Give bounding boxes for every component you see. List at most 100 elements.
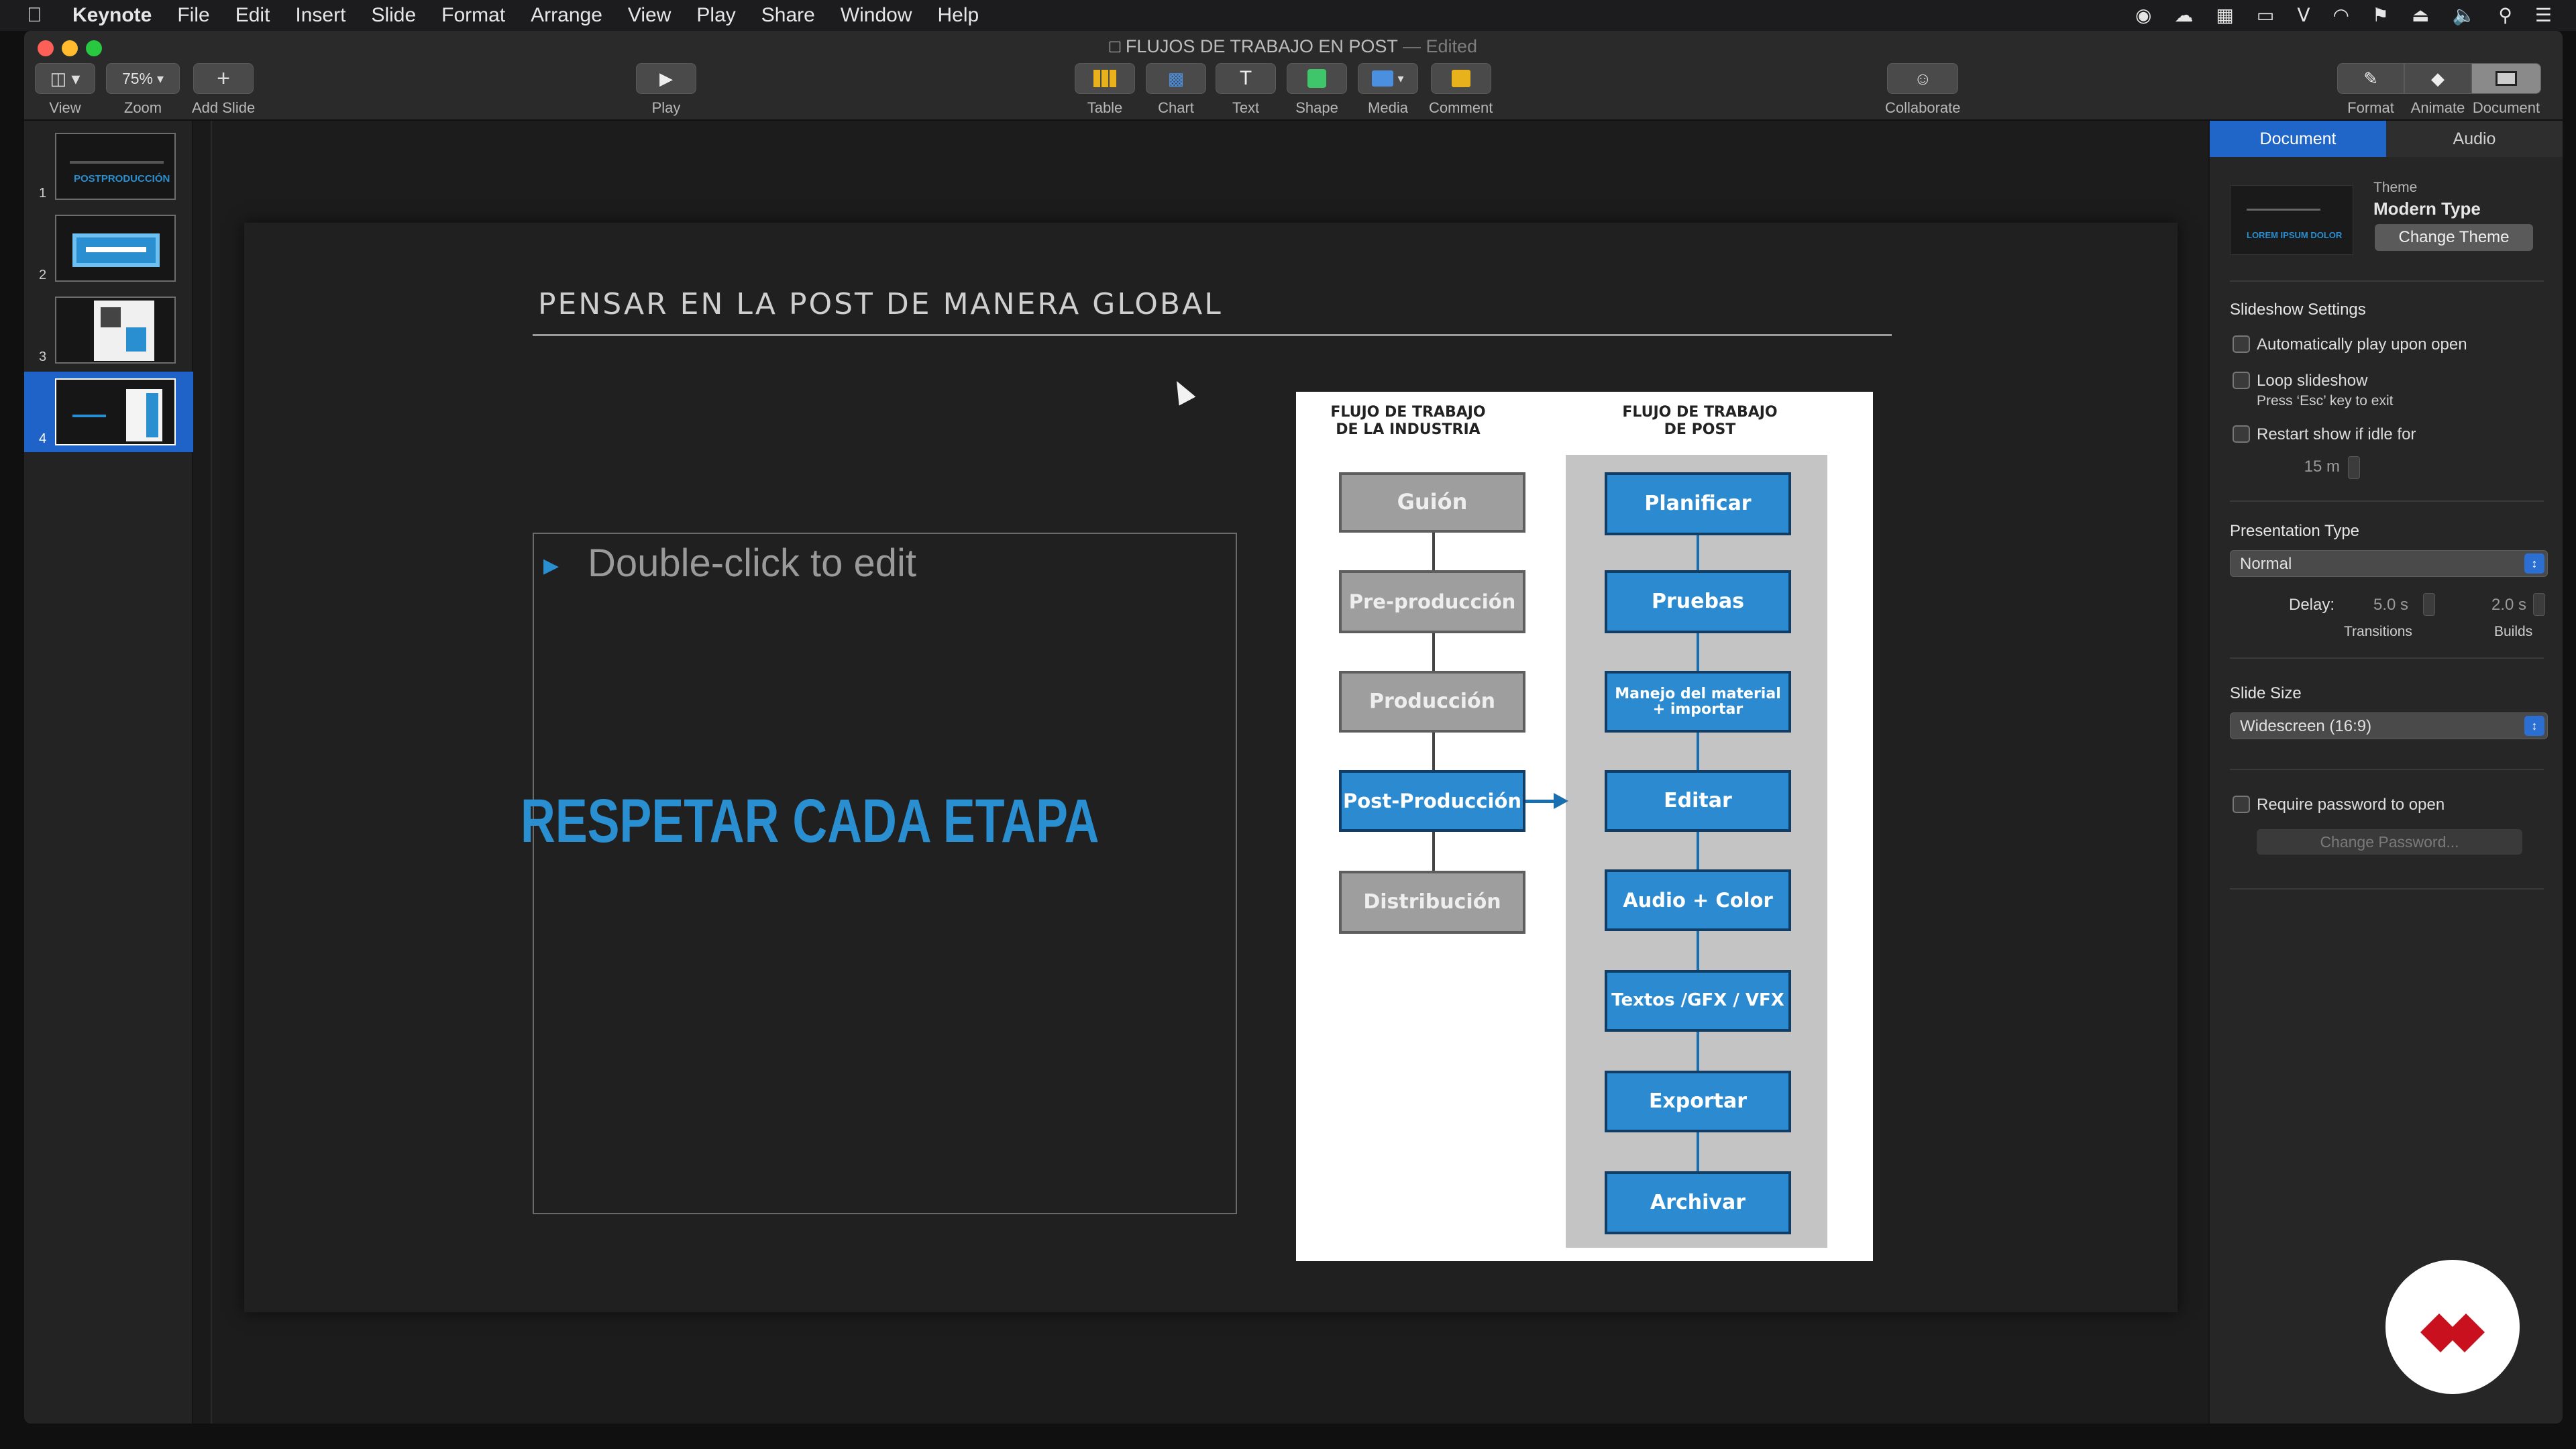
slide-size-select[interactable]: Widescreen (16:9) ↕ (2230, 712, 2548, 739)
slide-canvas[interactable]: PENSAR EN LA POST DE MANERA GLOBAL ▶ Dou… (213, 121, 2208, 1424)
chart-control[interactable]: ▩ Chart (1146, 63, 1206, 117)
creative-cloud-icon[interactable]: ☁ (2174, 0, 2193, 31)
flag-icon[interactable]: ⚑ (2372, 0, 2389, 31)
volume-icon[interactable]: 🔈 (2453, 0, 2476, 31)
restart-idle-checkbox[interactable] (2233, 425, 2250, 443)
record-icon[interactable]: ◉ (2135, 0, 2151, 31)
connector-arrowhead-icon (1554, 793, 1568, 809)
collaborate-button[interactable]: ☺ (1887, 63, 1959, 94)
arrow-down (1697, 535, 1699, 570)
tab-audio[interactable]: Audio (2386, 121, 2563, 157)
view-control[interactable]: ◫ ▾ View (35, 63, 95, 117)
slide-thumbnail-3[interactable]: 3 (24, 290, 193, 370)
theme-thumbnail[interactable]: LOREM IPSUM DOLOR (2230, 185, 2353, 255)
zoom-control[interactable]: 75% ▾ Zoom (106, 63, 180, 117)
text-control[interactable]: T Text (1216, 63, 1276, 117)
slide-thumbnail-4[interactable]: 4 (24, 372, 193, 452)
menu-format[interactable]: Format (441, 4, 505, 27)
slide-preview (55, 378, 176, 445)
collaborate-control[interactable]: ☺ Collaborate (1885, 63, 1961, 117)
zoom-select[interactable]: 75% ▾ (106, 63, 180, 94)
presentation-type-select[interactable]: Normal ↕ (2230, 550, 2548, 577)
idle-time-value: 15 m (2304, 458, 2340, 476)
document-inspector: Document Audio LOREM IPSUM DOLOR Theme M… (2208, 121, 2563, 1424)
list-icon[interactable]: ☰ (2535, 0, 2552, 31)
document-control[interactable]: Document (2471, 63, 2541, 117)
animate-control[interactable]: ◆ Animate (2404, 63, 2471, 117)
search-icon[interactable]: ⚲ (2498, 0, 2512, 31)
post-step-textos: Textos /GFX / VFX (1605, 970, 1791, 1032)
comment-control[interactable]: Comment (1429, 63, 1493, 117)
auto-play-checkbox[interactable] (2233, 335, 2250, 353)
menu-window[interactable]: Window (841, 4, 912, 27)
media-button[interactable]: ▾ (1358, 63, 1418, 94)
slide[interactable]: PENSAR EN LA POST DE MANERA GLOBAL ▶ Dou… (244, 223, 2178, 1312)
paintbrush-icon: ✎ (2363, 68, 2378, 89)
arrow-down (1697, 1132, 1699, 1171)
tab-document[interactable]: Document (2210, 121, 2386, 157)
apple-menu-icon[interactable]:  (27, 5, 44, 25)
view-button[interactable]: ◫ ▾ (35, 63, 95, 94)
dropbox-icon[interactable]: ▦ (2216, 0, 2233, 31)
change-password-button[interactable]: Change Password... (2257, 829, 2522, 855)
airplay-icon[interactable]: ▭ (2257, 0, 2274, 31)
media-control[interactable]: ▾ Media (1358, 63, 1418, 117)
connector-arrow (1525, 800, 1556, 803)
transitions-delay-stepper[interactable] (2423, 593, 2435, 616)
comment-button[interactable] (1430, 63, 1491, 94)
slide-number: 1 (39, 186, 47, 201)
shape-button[interactable] (1287, 63, 1347, 94)
slide-thumbnail-2[interactable]: 2 (24, 208, 193, 288)
idle-time-stepper[interactable] (2348, 456, 2360, 479)
bluetooth-icon[interactable]: ᐯ (2297, 0, 2310, 31)
require-password-checkbox[interactable] (2233, 796, 2250, 813)
arrow-down (1432, 832, 1435, 871)
idle-time-field[interactable]: 15 m (2265, 453, 2348, 480)
menu-insert[interactable]: Insert (295, 4, 345, 27)
menu-app-name[interactable]: Keynote (72, 4, 152, 27)
document-button[interactable] (2471, 63, 2541, 94)
post-step-editar: Editar (1605, 770, 1791, 832)
change-theme-button[interactable]: Change Theme (2375, 224, 2533, 251)
builds-delay-stepper[interactable] (2533, 593, 2545, 616)
presentation-type-heading: Presentation Type (2230, 522, 2360, 540)
zoom-value: 75% (121, 69, 153, 87)
eject-icon[interactable]: ⏏ (2412, 0, 2429, 31)
add-slide-control[interactable]: + Add Slide (192, 63, 255, 117)
body-placeholder[interactable]: ▶ Double-click to edit (533, 533, 1237, 1214)
chart-button[interactable]: ▩ (1146, 63, 1206, 94)
chevron-updown-icon: ↕ (2524, 553, 2544, 574)
add-slide-label: Add Slide (192, 99, 256, 116)
shape-control[interactable]: Shape (1287, 63, 1347, 117)
menu-help[interactable]: Help (938, 4, 979, 27)
document-label: Document (2472, 99, 2540, 116)
add-slide-button[interactable]: + (193, 63, 254, 94)
slide-thumbnail-1[interactable]: 1 POSTPRODUCCIÓN (24, 126, 193, 207)
play-button[interactable]: ▶ (636, 63, 696, 94)
play-control[interactable]: ▶ Play (636, 63, 696, 117)
menu-view[interactable]: View (628, 4, 671, 27)
media-label: Media (1368, 99, 1408, 116)
transitions-delay-value: 5.0 s (2373, 596, 2409, 614)
loop-checkbox[interactable] (2233, 372, 2250, 389)
menu-play[interactable]: Play (696, 4, 735, 27)
table-button[interactable] (1075, 63, 1135, 94)
menu-arrange[interactable]: Arrange (531, 4, 602, 27)
workflow-image[interactable]: FLUJO DE TRABAJO DE LA INDUSTRIA FLUJO D… (1296, 392, 1873, 1261)
wifi-icon[interactable]: ◠ (2332, 0, 2349, 31)
menu-share[interactable]: Share (761, 4, 815, 27)
menu-slide[interactable]: Slide (371, 4, 416, 27)
slide-title[interactable]: PENSAR EN LA POST DE MANERA GLOBAL (538, 287, 1223, 321)
menu-file[interactable]: File (177, 4, 209, 27)
post-step-archivar: Archivar (1605, 1171, 1791, 1234)
emphasis-text[interactable]: RESPETAR CADA ETAPA (521, 786, 1099, 857)
format-control[interactable]: ✎ Format (2337, 63, 2404, 117)
slide-number: 3 (39, 350, 47, 364)
placeholder-text: Double-click to edit (588, 541, 916, 585)
animate-button[interactable]: ◆ (2404, 63, 2471, 94)
thumb-title: POSTPRODUCCIÓN (74, 173, 170, 184)
format-button[interactable]: ✎ (2337, 63, 2404, 94)
text-button[interactable]: T (1216, 63, 1276, 94)
table-control[interactable]: Table (1075, 63, 1135, 117)
menu-edit[interactable]: Edit (235, 4, 270, 27)
